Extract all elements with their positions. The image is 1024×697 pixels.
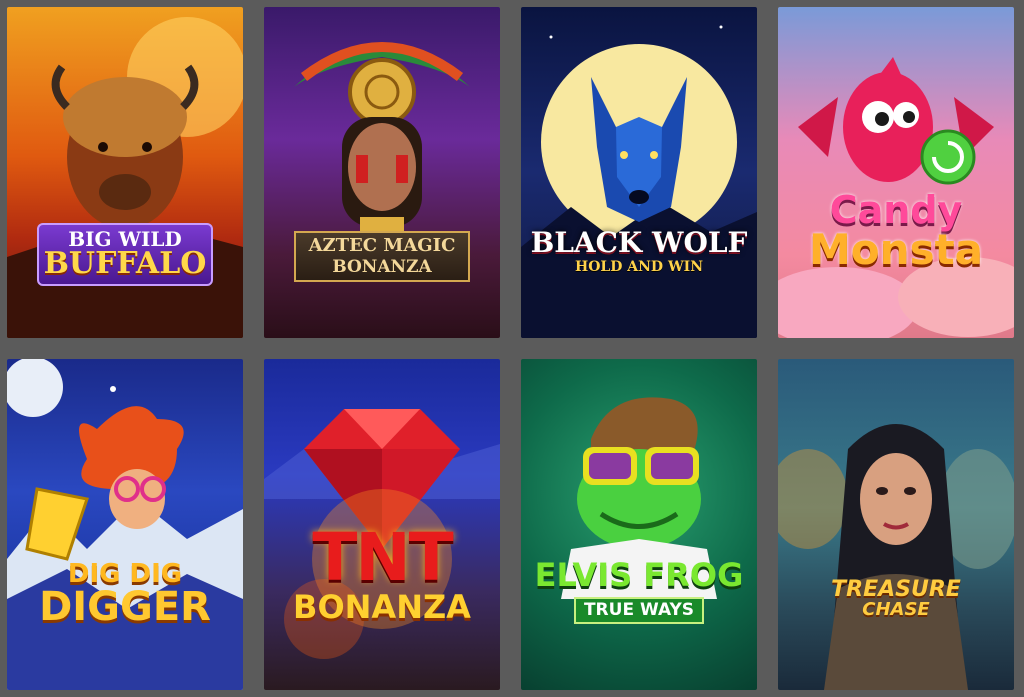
game-title: BIG WILD BUFFALO [7,223,243,286]
game-title: AZTEC MAGIC BONANZA [264,231,500,282]
title-line2: BONANZA [293,588,471,626]
game-tile-big-wild-buffalo[interactable]: BIG WILD BUFFALO [7,7,243,338]
buffalo-artwork [7,17,243,338]
game-title: ELVIS FROG TRUE WAYS [521,559,757,624]
title-line2: CHASE [862,599,930,620]
elvis-frog-artwork [561,397,717,599]
game-title: TNT BONANZA [264,519,500,626]
game-tile-elvis-frog[interactable]: ELVIS FROG TRUE WAYS [521,359,757,690]
title-plate: BIG WILD BUFFALO [37,223,213,286]
game-tile-dig-dig-digger[interactable]: DIG DIG DIGGER [7,359,243,690]
game-title: DIG DIG DIGGER [7,561,243,627]
candy-monster-artwork [778,57,1014,338]
game-title: TREASURE CHASE [778,579,1014,619]
title-line2: BUFFALO [43,246,207,281]
game-title: BLACK WOLF HOLD AND WIN [521,226,757,275]
true-ways-badge: TRUE WAYS [573,597,705,624]
title-line2: Monsta [809,225,983,274]
title-line2: DIGGER [39,584,211,630]
treasure-hunter-artwork [778,424,1014,690]
title-line2: HOLD AND WIN [574,259,704,275]
game-title: Candy Monsta [778,191,1014,271]
title-line1: ELVIS FROG [534,556,744,594]
title-line1: Candy [829,188,963,232]
digger-artwork [7,359,243,690]
game-tile-candy-monsta[interactable]: Candy Monsta [778,7,1014,338]
game-tile-tnt-bonanza[interactable]: TNT BONANZA [264,359,500,690]
title-plate: AZTEC MAGIC BONANZA [294,231,470,282]
game-tile-black-wolf[interactable]: BLACK WOLF HOLD AND WIN [521,7,757,338]
game-tile-treasure-chase[interactable]: TREASURE CHASE [778,359,1014,690]
title-line1: BLACK WOLF [530,226,748,259]
title-line1: TNT [312,519,453,596]
game-grid: BIG WILD BUFFALO AZTEC MAGIC BONANZA BLA… [7,7,1014,690]
game-tile-aztec-magic-bonanza[interactable]: AZTEC MAGIC BONANZA [264,7,500,338]
title-line1: TREASURE [831,577,961,602]
wolf-artwork [521,25,757,338]
title-line1: AZTEC MAGIC [308,235,456,256]
title-line2: BONANZA [332,257,432,277]
aztec-chief-artwork [294,42,470,237]
